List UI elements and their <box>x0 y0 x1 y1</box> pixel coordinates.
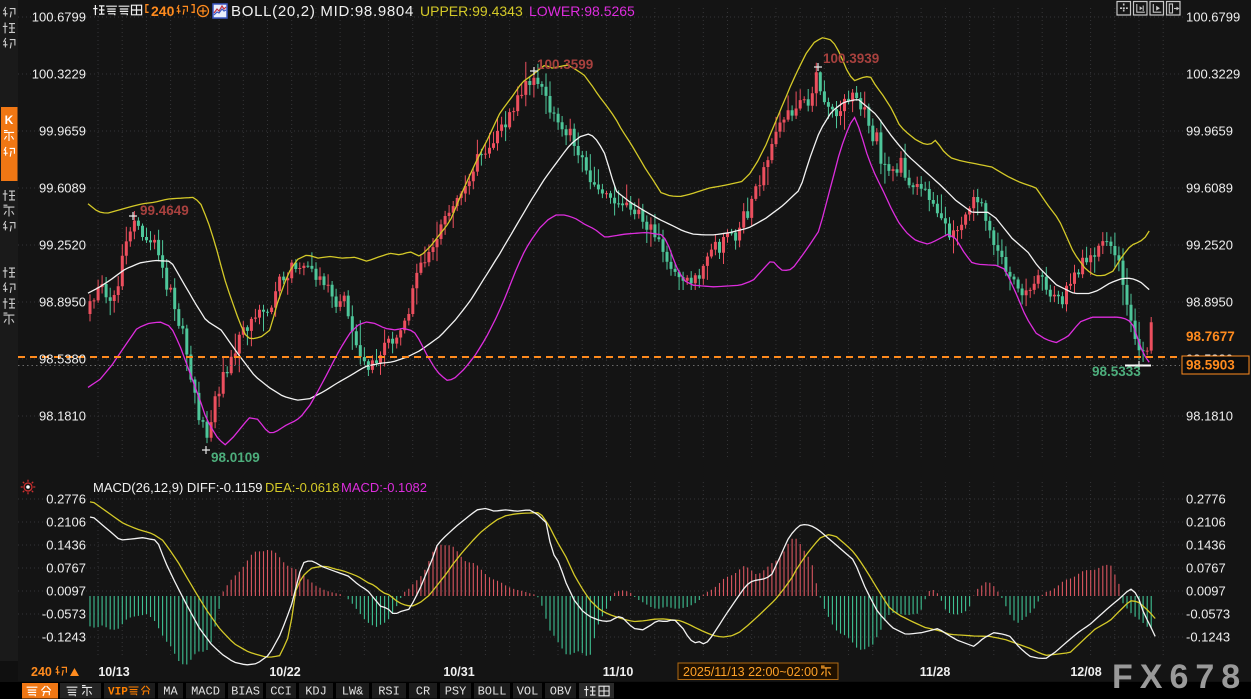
svg-text:98.1810: 98.1810 <box>1186 409 1233 424</box>
svg-text:0.1436: 0.1436 <box>46 538 86 553</box>
svg-text:0.0097: 0.0097 <box>1186 584 1226 599</box>
svg-text:-0.0573: -0.0573 <box>1186 607 1230 622</box>
svg-text:99.6089: 99.6089 <box>1186 181 1233 196</box>
svg-text:CR: CR <box>416 685 430 699</box>
svg-text:10/22: 10/22 <box>269 665 300 679</box>
svg-text:BOLL(20,2) MID:98.9804: BOLL(20,2) MID:98.9804 <box>231 3 414 20</box>
svg-text:98.5333: 98.5333 <box>1092 364 1141 379</box>
svg-text:100.3599: 100.3599 <box>537 57 593 72</box>
svg-text:98.8950: 98.8950 <box>1186 295 1233 310</box>
svg-text:MACD:-0.1082: MACD:-0.1082 <box>341 480 427 495</box>
svg-text:98.5903: 98.5903 <box>1186 358 1235 373</box>
svg-text:98.1810: 98.1810 <box>39 409 86 424</box>
svg-text:-0.0573: -0.0573 <box>42 607 86 622</box>
svg-text:100.3939: 100.3939 <box>823 51 879 66</box>
svg-text:99.6089: 99.6089 <box>39 181 86 196</box>
svg-text:0.0767: 0.0767 <box>46 561 86 576</box>
svg-text:-0.1243: -0.1243 <box>42 630 86 645</box>
svg-text:0.0767: 0.0767 <box>1186 561 1226 576</box>
svg-text:100.6799: 100.6799 <box>1186 10 1240 25</box>
svg-text:98.5380: 98.5380 <box>39 352 86 367</box>
svg-text:0.2106: 0.2106 <box>46 515 86 530</box>
svg-text:11/10: 11/10 <box>603 665 634 679</box>
svg-text:BIAS: BIAS <box>231 685 260 699</box>
svg-text:0.1436: 0.1436 <box>1186 538 1226 553</box>
svg-text:UPPER:99.4343: UPPER:99.4343 <box>420 3 523 19</box>
svg-text:DEA:-0.0618: DEA:-0.0618 <box>265 480 339 495</box>
svg-text:99.9659: 99.9659 <box>39 124 86 139</box>
svg-text:0.2776: 0.2776 <box>46 492 86 507</box>
svg-text:MACD(26,12,9) DIFF:-0.1159: MACD(26,12,9) DIFF:-0.1159 <box>93 480 263 495</box>
svg-text:98.0109: 98.0109 <box>211 450 260 465</box>
svg-text:98.7677: 98.7677 <box>1186 329 1235 344</box>
svg-text:99.4649: 99.4649 <box>140 203 189 218</box>
svg-text:100.3229: 100.3229 <box>1186 67 1240 82</box>
svg-text:LOWER:98.5265: LOWER:98.5265 <box>529 3 635 19</box>
svg-text:99.2520: 99.2520 <box>1186 238 1233 253</box>
svg-text:MACD: MACD <box>191 685 220 699</box>
svg-text:0.0097: 0.0097 <box>46 584 86 599</box>
svg-text:VOL: VOL <box>517 685 539 699</box>
svg-text:K: K <box>5 113 14 127</box>
svg-text:RSI: RSI <box>378 685 400 699</box>
svg-text:240: 240 <box>31 665 52 679</box>
svg-text:-0.1243: -0.1243 <box>1186 630 1230 645</box>
svg-text:11/28: 11/28 <box>920 665 951 679</box>
svg-text:VIP: VIP <box>108 687 128 699</box>
svg-text:10/13: 10/13 <box>98 665 129 679</box>
svg-text:99.2520: 99.2520 <box>39 238 86 253</box>
svg-text:LW&: LW& <box>342 685 364 699</box>
svg-text:FX678: FX678 <box>1112 658 1247 696</box>
svg-text:0.2106: 0.2106 <box>1186 515 1226 530</box>
svg-text:OBV: OBV <box>550 685 572 699</box>
svg-text:CCI: CCI <box>270 685 292 699</box>
svg-text:0.2776: 0.2776 <box>1186 492 1226 507</box>
svg-text:MA: MA <box>163 685 178 699</box>
svg-text:99.9659: 99.9659 <box>1186 124 1233 139</box>
svg-text:PSY: PSY <box>445 685 467 699</box>
svg-text:10/31: 10/31 <box>443 665 474 679</box>
svg-text:98.8950: 98.8950 <box>39 295 86 310</box>
svg-text:BOLL: BOLL <box>478 685 507 699</box>
svg-text:100.3229: 100.3229 <box>32 67 86 82</box>
svg-text:12/08: 12/08 <box>1070 665 1101 679</box>
svg-text:100.6799: 100.6799 <box>32 10 86 25</box>
svg-text:2025/11/13 22:00~02:00: 2025/11/13 22:00~02:00 <box>683 665 818 679</box>
svg-text:240: 240 <box>151 3 175 19</box>
svg-text:KDJ: KDJ <box>305 685 327 699</box>
